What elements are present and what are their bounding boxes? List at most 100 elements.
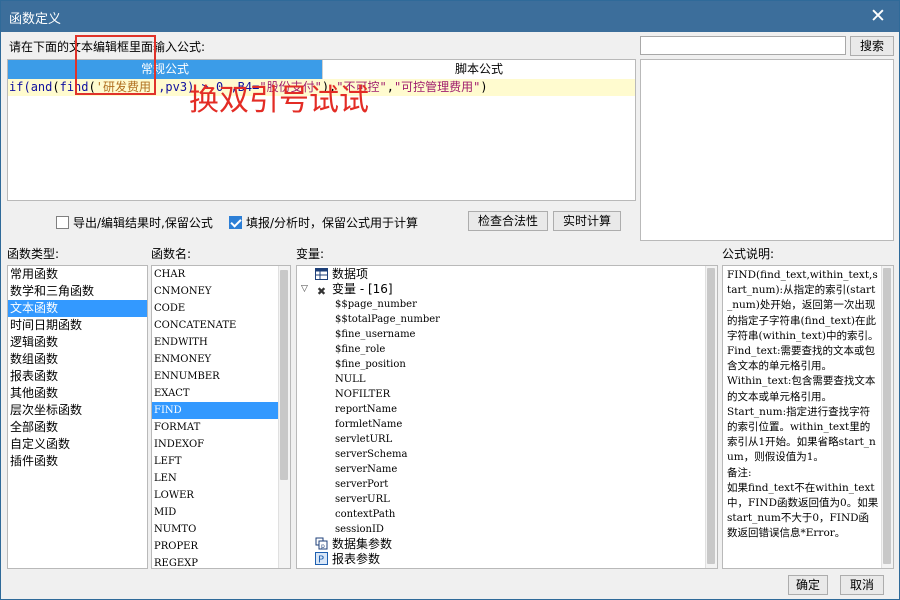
func-name-item[interactable]: LEFT [152,453,290,470]
close-button[interactable]: ✕ [867,5,889,27]
export-keep-label: 导出/编辑结果时,保留公式 [73,215,213,230]
tree-label: 变量 - [16] [332,282,393,296]
highlight-box [75,35,156,95]
realtime-calc-button[interactable]: 实时计算 [553,211,621,231]
title-bar: 函数定义 ✕ [1,1,899,32]
fill-keep-label: 填报/分析时，保留公式用于计算 [246,215,419,230]
func-name-item[interactable]: ENDWITH [152,334,290,351]
cancel-button[interactable]: 取消 [840,575,884,595]
func-name-item[interactable]: INDEXOF [152,436,290,453]
func-name-item[interactable]: MID [152,504,290,521]
variable-item[interactable]: $fine_role [297,342,717,357]
dataset-param-icon: p [315,537,328,550]
func-type-list[interactable]: 常用函数 数学和三角函数 文本函数 时间日期函数 逻辑函数 数组函数 报表函数 其他函数 层次坐… [7,265,148,569]
tree-label: 数据集参数 [332,537,393,551]
func-type-item[interactable]: 常用函数 [8,266,147,283]
func-type-item[interactable]: 数组函数 [8,351,147,368]
func-type-item[interactable]: 层次坐标函数 [8,402,147,419]
func-name-header: 函数名: [151,247,192,261]
tree-item-variables[interactable]: ▽ ✖ 变量 - [16] [297,282,717,298]
func-type-item[interactable]: 报表函数 [8,368,147,385]
variable-item[interactable]: sessionID [297,522,717,537]
tree-item-data-item[interactable]: 数据项 [297,267,717,282]
check-validity-button[interactable]: 检查合法性 [468,211,548,231]
fill-keep-option[interactable]: 填报/分析时，保留公式用于计算 [229,213,418,231]
func-name-item[interactable]: REGEXP [152,555,290,568]
annotation-text: 换双引号试试 [189,83,369,118]
description-scroll-thumb[interactable] [883,268,891,564]
func-type-item[interactable]: 全部函数 [8,419,147,436]
function-definition-dialog: 函数定义 ✕ 请在下面的文本编辑框里面输入公式: 搜索 常规公式 脚本公式 if… [0,0,900,600]
formula-token: and [30,80,53,94]
func-type-item[interactable]: 时间日期函数 [8,317,147,334]
fill-keep-checkbox[interactable] [229,215,242,229]
search-input[interactable] [640,36,846,55]
variable-item[interactable]: NULL [297,372,717,387]
func-name-scroll-thumb[interactable] [280,270,288,480]
variables-header: 变量: [296,247,325,261]
variables-scroll-thumb[interactable] [707,268,715,564]
search-button[interactable]: 搜索 [850,36,894,56]
func-name-list[interactable]: CHAR CNMONEY CODE CONCATENATE ENDWITH ENMONEY… [151,265,291,569]
func-name-item[interactable]: EXACT [152,385,290,402]
func-name-item[interactable]: LEN [152,470,290,487]
variable-item[interactable]: $$totalPage_number [297,312,717,327]
variable-item[interactable]: serverPort [297,477,717,492]
export-keep-option[interactable]: 导出/编辑结果时,保留公式 [56,213,213,231]
search-results-box[interactable] [640,59,894,241]
description-scrollbar[interactable] [881,266,893,568]
func-type-header: 函数类型: [7,247,60,261]
description-header: 公式说明: [722,247,775,261]
formula-token: "可控管理费用" [393,80,481,94]
variables-tree[interactable]: 数据项 ▽ ✖ 变量 - [16] $$page_number $$totalPag… [296,265,718,569]
func-name-item[interactable]: ENMONEY [152,351,290,368]
func-name-item[interactable]: NUMTO [152,521,290,538]
variables-scrollbar[interactable] [705,266,717,568]
variable-item[interactable]: reportName [297,402,717,417]
func-type-item[interactable]: 插件函数 [8,453,147,470]
variable-item[interactable]: contextPath [297,507,717,522]
func-name-item[interactable]: FORMAT [152,419,290,436]
func-name-item[interactable]: PROPER [152,538,290,555]
func-name-item[interactable]: CODE [152,300,290,317]
window-title: 函数定义 [9,12,62,27]
svg-text:P: P [318,555,324,566]
svg-text:p: p [321,543,325,550]
func-name-item[interactable]: FIND [152,402,290,419]
variable-item[interactable]: $$page_number [297,297,717,312]
func-name-item[interactable]: LOWER [152,487,290,504]
formula-token: ) [480,80,488,94]
export-keep-checkbox[interactable] [56,215,69,229]
table-icon [315,268,328,280]
tree-item-dataset-params[interactable]: p 数据集参数 [297,537,717,552]
variable-item[interactable]: formletName [297,417,717,432]
func-name-item[interactable]: CONCATENATE [152,317,290,334]
func-type-item[interactable]: 文本函数 [8,300,147,317]
func-name-item[interactable]: CHAR [152,266,290,283]
ok-button[interactable]: 确定 [788,575,828,595]
variable-item[interactable]: $fine_username [297,327,717,342]
formula-token: , [386,80,394,94]
variable-item[interactable]: servletURL [297,432,717,447]
chevron-down-icon[interactable]: ▽ [301,282,308,297]
func-type-item[interactable]: 逻辑函数 [8,334,147,351]
tree-item-report-params[interactable]: P 报表参数 [297,552,717,567]
tree-label: 数据项 [332,267,369,281]
tree-label: 报表参数 [332,552,381,566]
variable-item[interactable]: serverName [297,462,717,477]
func-type-item[interactable]: 其他函数 [8,385,147,402]
variable-item[interactable]: serverURL [297,492,717,507]
formula-token: ( [52,80,60,94]
variable-item[interactable]: $fine_position [297,357,717,372]
func-name-scrollbar[interactable] [278,266,290,568]
func-name-item[interactable]: CNMONEY [152,283,290,300]
description-text: FIND(find_text,within_text,start_num):从指… [727,269,879,540]
formula-token: if( [9,80,31,94]
func-type-item[interactable]: 数学和三角函数 [8,283,147,300]
description-panel: FIND(find_text,within_text,start_num):从指… [722,265,894,569]
variable-item[interactable]: serverSchema [297,447,717,462]
func-type-item[interactable]: 自定义函数 [8,436,147,453]
variable-item[interactable]: NOFILTER [297,387,717,402]
func-name-item[interactable]: ENNUMBER [152,368,290,385]
report-param-icon: P [315,552,328,566]
